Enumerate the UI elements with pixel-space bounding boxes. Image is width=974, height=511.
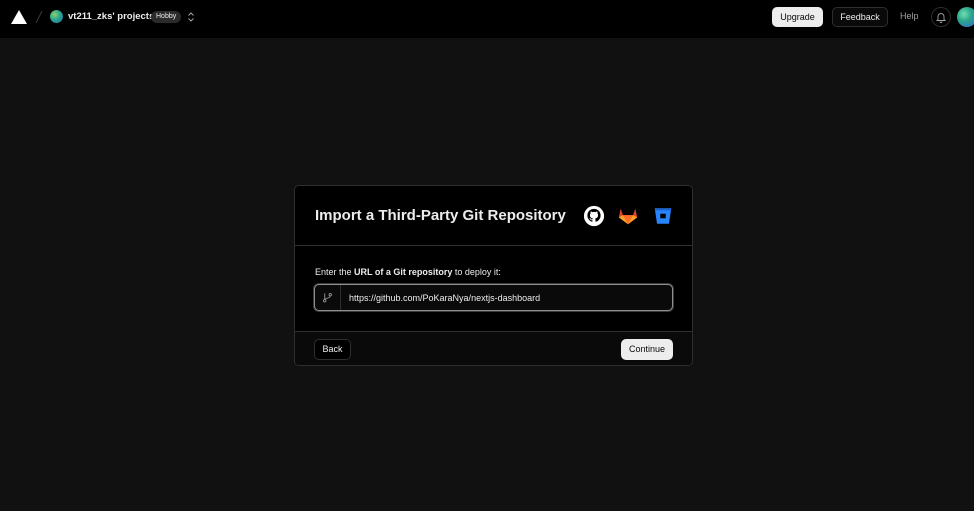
prompt-prefix: Enter the <box>315 267 355 277</box>
bell-icon <box>936 12 946 23</box>
card-header: Import a Third-Party Git Repository <box>295 186 692 246</box>
github-icon <box>583 205 605 227</box>
prompt-bold: URL of a Git repository <box>354 267 453 277</box>
chevron-up-down-icon[interactable] <box>186 11 196 23</box>
prompt-suffix: to deploy it: <box>452 267 501 277</box>
help-link[interactable]: Help <box>900 11 919 21</box>
bitbucket-icon <box>654 208 672 224</box>
url-prompt-text: Enter the URL of a Git repository to dep… <box>315 267 501 277</box>
vercel-logo-icon[interactable] <box>11 10 27 24</box>
plan-badge: Hobby <box>151 11 182 23</box>
import-repository-card: Import a Third-Party Git Repository Ente… <box>294 185 693 366</box>
team-avatar[interactable] <box>50 10 63 23</box>
top-navigation-bar: vt211_zks' projects Hobby Upgrade Feedba… <box>0 0 974 38</box>
feedback-button[interactable]: Feedback <box>832 7 888 27</box>
back-button[interactable]: Back <box>314 339 351 360</box>
repository-url-input[interactable] <box>342 285 672 310</box>
card-footer: Back Continue <box>295 331 692 365</box>
user-avatar[interactable] <box>957 7 974 27</box>
continue-button[interactable]: Continue <box>621 339 673 360</box>
breadcrumb-separator-icon <box>35 10 43 24</box>
url-prefix <box>315 285 341 310</box>
upgrade-button[interactable]: Upgrade <box>772 7 823 27</box>
git-branch-icon <box>323 293 332 303</box>
team-name[interactable]: vt211_zks' projects <box>68 11 154 22</box>
card-title: Import a Third-Party Git Repository <box>315 207 566 224</box>
repository-url-field[interactable] <box>314 284 673 311</box>
gitlab-icon <box>618 208 638 225</box>
notifications-button[interactable] <box>931 7 951 27</box>
